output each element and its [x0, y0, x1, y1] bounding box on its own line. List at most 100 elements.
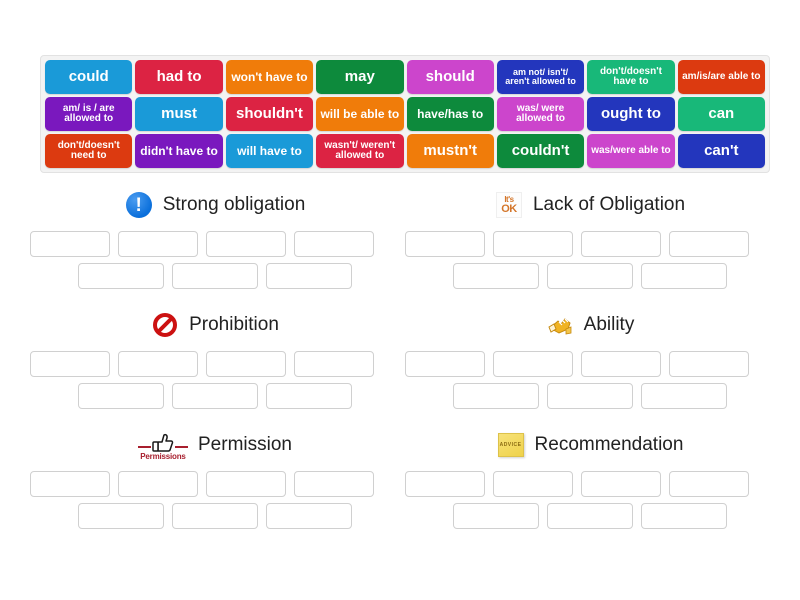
- category-title: Prohibition: [189, 314, 279, 335]
- word-tile[interactable]: could: [45, 60, 133, 94]
- dropzone[interactable]: [118, 231, 198, 257]
- dropzone-row: [405, 503, 775, 529]
- exclamation-circle-icon: !: [125, 191, 153, 219]
- dropzone[interactable]: [493, 351, 573, 377]
- dropzone[interactable]: [641, 383, 727, 409]
- word-tile[interactable]: have/has to: [406, 97, 494, 131]
- word-tile[interactable]: couldn't: [496, 134, 585, 168]
- dropzone[interactable]: [547, 503, 633, 529]
- dropzone[interactable]: [547, 383, 633, 409]
- word-tile[interactable]: don't/doesn't need to: [45, 134, 133, 168]
- dropzone[interactable]: [493, 231, 573, 257]
- category-permission: Permissions Permission: [30, 425, 400, 529]
- word-tile[interactable]: am/is/are able to: [677, 60, 765, 94]
- dropzone[interactable]: [78, 503, 164, 529]
- dropzone[interactable]: [294, 351, 374, 377]
- dropzone[interactable]: [172, 263, 258, 289]
- category-strong-obligation: ! Strong obligation: [30, 185, 400, 289]
- prohibition-icon: [151, 311, 179, 339]
- tile-row: don't/doesn't need to didn't have to will …: [45, 134, 765, 168]
- category-title: Strong obligation: [162, 194, 306, 215]
- category-title: Lack of Obligation: [532, 194, 686, 215]
- dropzone[interactable]: [266, 383, 352, 409]
- word-tile[interactable]: may: [316, 60, 404, 94]
- dropzone-row: [30, 351, 400, 377]
- dropzone-row: [30, 263, 400, 289]
- word-tile[interactable]: didn't have to: [135, 134, 223, 168]
- word-tile[interactable]: was/ were allowed to: [496, 97, 585, 131]
- category-title: Recommendation: [534, 434, 684, 455]
- word-tile[interactable]: will have to: [225, 134, 314, 168]
- dropzone-row: [30, 471, 400, 497]
- dropzone[interactable]: [581, 471, 661, 497]
- dropzone[interactable]: [294, 231, 374, 257]
- dropzone[interactable]: [669, 351, 749, 377]
- word-tile[interactable]: am/ is / are allowed to: [45, 97, 133, 131]
- dropzone[interactable]: [206, 351, 286, 377]
- dropzone[interactable]: [266, 263, 352, 289]
- its-ok-icon: It's OK: [495, 191, 523, 219]
- category-header: Permissions Permission: [30, 425, 400, 465]
- dropzone[interactable]: [581, 351, 661, 377]
- dropzone[interactable]: [453, 503, 539, 529]
- dropzone[interactable]: [78, 383, 164, 409]
- word-tile[interactable]: don't/doesn't have to: [587, 60, 675, 94]
- dropzone[interactable]: [172, 503, 258, 529]
- dropzone-row: [30, 231, 400, 257]
- dropzone[interactable]: [266, 503, 352, 529]
- dropzone[interactable]: [641, 263, 727, 289]
- dropzone[interactable]: [453, 263, 539, 289]
- word-tile[interactable]: had to: [135, 60, 223, 94]
- category-recommendation: ADVICE Recommendation: [405, 425, 775, 529]
- word-tile[interactable]: wasn't/ weren't allowed to: [316, 134, 404, 168]
- category-prohibition: Prohibition: [30, 305, 400, 409]
- dropzone[interactable]: [206, 231, 286, 257]
- dropzone[interactable]: [30, 231, 110, 257]
- advice-sticky-note-icon: ADVICE: [497, 431, 525, 459]
- dropzone[interactable]: [405, 471, 485, 497]
- dropzone-row: [405, 351, 775, 377]
- dropzone[interactable]: [581, 231, 661, 257]
- word-tile[interactable]: shouldn't: [225, 97, 314, 131]
- dropzone[interactable]: [172, 383, 258, 409]
- category-header: Prohibition: [30, 305, 400, 345]
- dropzone[interactable]: [294, 471, 374, 497]
- dropzone[interactable]: [30, 471, 110, 497]
- category-header: ADVICE Recommendation: [405, 425, 775, 465]
- dropzone-row: [405, 263, 775, 289]
- dropzone[interactable]: [547, 263, 633, 289]
- word-tile[interactable]: mustn't: [406, 134, 494, 168]
- word-tile[interactable]: must: [135, 97, 223, 131]
- word-tile[interactable]: was/were able to: [587, 134, 675, 168]
- dropzone[interactable]: [30, 351, 110, 377]
- word-tile[interactable]: should: [406, 60, 494, 94]
- word-tile[interactable]: will be able to: [316, 97, 404, 131]
- thumbs-up-permissions-icon: Permissions: [138, 429, 188, 461]
- word-tile[interactable]: can: [677, 97, 765, 131]
- dropzone-row: [405, 383, 775, 409]
- word-tile[interactable]: am not/ isn't/ aren't allowed to: [496, 60, 585, 94]
- dropzone[interactable]: [118, 471, 198, 497]
- category-header: ! Strong obligation: [30, 185, 400, 225]
- category-ability: Ability: [405, 305, 775, 409]
- word-tile[interactable]: ought to: [587, 97, 675, 131]
- dropzone[interactable]: [669, 231, 749, 257]
- word-tile-bank: could had to won't have to may should am not/…: [40, 55, 770, 173]
- dropzone[interactable]: [453, 383, 539, 409]
- sticky-note-text: ADVICE: [497, 433, 524, 457]
- category-title: Ability: [583, 314, 635, 335]
- word-tile[interactable]: can't: [677, 134, 765, 168]
- dropzone[interactable]: [78, 263, 164, 289]
- dropzone[interactable]: [641, 503, 727, 529]
- dropzone[interactable]: [669, 471, 749, 497]
- category-title: Permission: [198, 434, 292, 455]
- flexed-hand-icon: [546, 311, 574, 339]
- dropzone[interactable]: [118, 351, 198, 377]
- word-tile[interactable]: won't have to: [225, 60, 314, 94]
- tile-row: could had to won't have to may should am not/…: [45, 60, 765, 94]
- category-header: Ability: [405, 305, 775, 345]
- dropzone[interactable]: [405, 231, 485, 257]
- dropzone[interactable]: [206, 471, 286, 497]
- dropzone[interactable]: [493, 471, 573, 497]
- dropzone[interactable]: [405, 351, 485, 377]
